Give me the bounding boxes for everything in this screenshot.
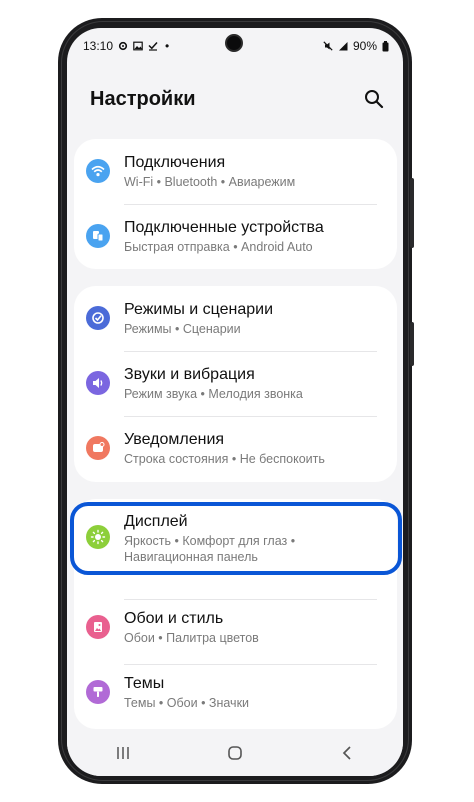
battery-icon: [382, 40, 389, 51]
settings-item-connections[interactable]: Подключения Wi-Fi • Bluetooth • Авиарежи…: [74, 139, 397, 204]
power-button: [410, 322, 414, 366]
item-subtitle: Режимы • Сценарии: [124, 322, 241, 336]
recent-apps-button[interactable]: [103, 738, 143, 768]
notification-icon: [86, 436, 110, 460]
item-title: Обои и стиль: [124, 610, 224, 627]
header: Настройки: [90, 84, 385, 114]
front-camera: [225, 34, 243, 52]
gear-icon: [118, 41, 128, 51]
home-button[interactable]: [215, 738, 255, 768]
settings-item-wallpaper[interactable]: Обои и стиль Обои • Палитра цветов: [74, 599, 397, 664]
image-icon: [133, 41, 143, 51]
item-subtitle: Режим звука • Мелодия звонка: [124, 387, 303, 401]
status-dot: •: [165, 39, 170, 53]
navigation-bar: [67, 730, 403, 776]
display-highlight-frame: [70, 502, 402, 575]
item-title: Звуки и вибрация: [124, 366, 255, 383]
settings-item-notifications[interactable]: Уведомления Строка состояния • Не беспок…: [74, 416, 397, 482]
wifi-icon: [86, 159, 110, 183]
devices-icon: [86, 224, 110, 248]
item-subtitle: Темы • Обои • Значки: [124, 696, 250, 710]
item-title: Подключения: [124, 154, 226, 171]
settings-group-connections: Подключения Wi-Fi • Bluetooth • Авиарежи…: [74, 139, 397, 269]
item-title: Режимы и сценарии: [124, 301, 274, 318]
item-title: Подключенные устройства: [124, 219, 324, 236]
settings-item-themes[interactable]: Темы Темы • Обои • Значки: [74, 664, 397, 729]
themes-icon: [86, 680, 110, 704]
screen: 13:10 • 90% Настройки Подключения Wi-Fi …: [67, 28, 403, 776]
settings-item-sounds[interactable]: Звуки и вибрация Режим звука • Мелодия з…: [74, 351, 397, 416]
mute-icon: [323, 41, 333, 51]
wallpaper-icon: [86, 615, 110, 639]
item-subtitle: Строка состояния • Не беспокоить: [124, 452, 325, 466]
signal-icon: [338, 42, 348, 51]
item-title: Уведомления: [124, 431, 225, 448]
item-subtitle: Wi-Fi • Bluetooth • Авиарежим: [124, 175, 296, 189]
item-subtitle: Быстрая отправка • Android Auto: [124, 240, 313, 254]
settings-item-modes[interactable]: Режимы и сценарии Режимы • Сценарии: [74, 286, 397, 351]
volume-button: [410, 178, 414, 248]
item-title: Темы: [124, 675, 165, 692]
settings-item-connected-devices[interactable]: Подключенные устройства Быстрая отправка…: [74, 204, 397, 269]
status-time: 13:10: [83, 39, 114, 53]
page-title: Настройки: [90, 87, 196, 110]
download-check-icon: [148, 41, 158, 51]
item-subtitle: Обои • Палитра цветов: [124, 631, 259, 645]
settings-group-modes: Режимы и сценарии Режимы • Сценарии Звук…: [74, 286, 397, 482]
modes-icon: [86, 306, 110, 330]
back-button[interactable]: [327, 738, 367, 768]
speaker-icon: [86, 371, 110, 395]
battery-level: 90%: [352, 39, 377, 53]
search-icon[interactable]: [363, 88, 385, 110]
